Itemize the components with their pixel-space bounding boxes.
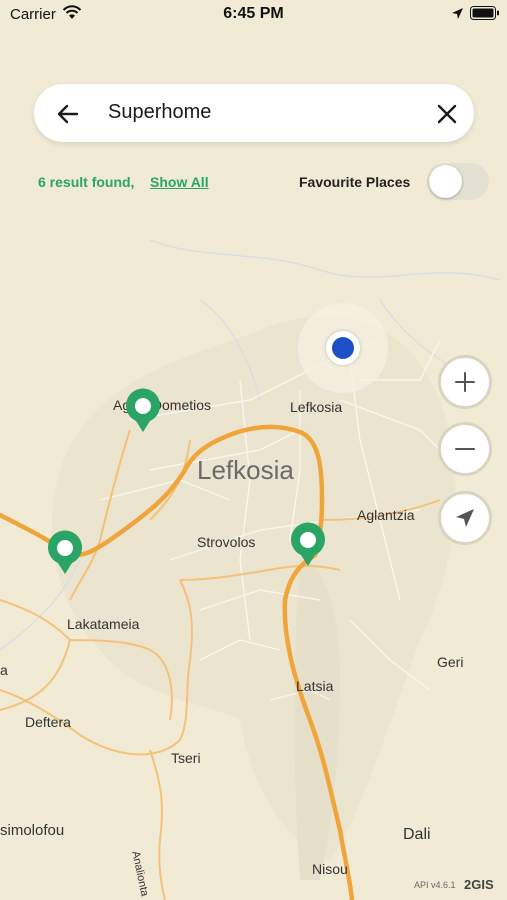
minus-icon (455, 448, 475, 450)
back-arrow-icon[interactable] (54, 100, 82, 128)
api-version-label: API v4.6.1 (414, 880, 456, 890)
location-icon (451, 7, 464, 25)
map-label-dali: Dali (403, 826, 431, 843)
map-pin-icon[interactable] (289, 521, 327, 567)
navigation-arrow-icon (456, 509, 474, 527)
zoom-in-button[interactable] (438, 355, 492, 409)
map-label-lakatameia: Lakatameia (67, 616, 140, 632)
search-input[interactable]: Superhome (108, 101, 211, 124)
zoom-out-button[interactable] (438, 422, 492, 476)
close-icon[interactable] (434, 101, 460, 127)
toggle-knob (429, 165, 462, 198)
map-label-lefkosia: Lefkosia (290, 399, 343, 415)
show-all-link[interactable]: Show All (150, 174, 209, 190)
favourite-places-toggle[interactable] (427, 163, 489, 200)
status-bar: Carrier 6:45 PM (0, 0, 507, 30)
current-location-dot (326, 331, 360, 365)
clock-time: 6:45 PM (223, 5, 284, 22)
plus-icon (455, 372, 475, 392)
map-label-edge: a (0, 662, 8, 678)
map-label-nisou: Nisou (312, 861, 348, 877)
map-label-strovolos: Strovolos (197, 534, 256, 550)
search-bar[interactable]: Superhome (34, 84, 474, 142)
map-label-lefkosia-city: Lefkosia (197, 455, 294, 485)
map-label-psimolofou: simolofou (0, 822, 65, 839)
favourite-places-label: Favourite Places (299, 174, 411, 190)
map-pin-icon[interactable] (46, 529, 84, 575)
map-label-geri: Geri (437, 654, 464, 670)
map-label-aglantzia: Aglantzia (357, 507, 415, 523)
brand-logo: 2GIS (464, 877, 494, 892)
map-label-deftera: Deftera (25, 714, 71, 730)
result-count-text: 6 result found, (38, 174, 135, 190)
battery-icon (470, 6, 500, 25)
map-label-tseri: Tseri (171, 750, 201, 766)
map-label-latsia: Latsia (296, 678, 334, 694)
my-location-button[interactable] (438, 491, 492, 545)
map-pin-icon[interactable] (124, 387, 162, 433)
current-location-inner (332, 337, 354, 359)
